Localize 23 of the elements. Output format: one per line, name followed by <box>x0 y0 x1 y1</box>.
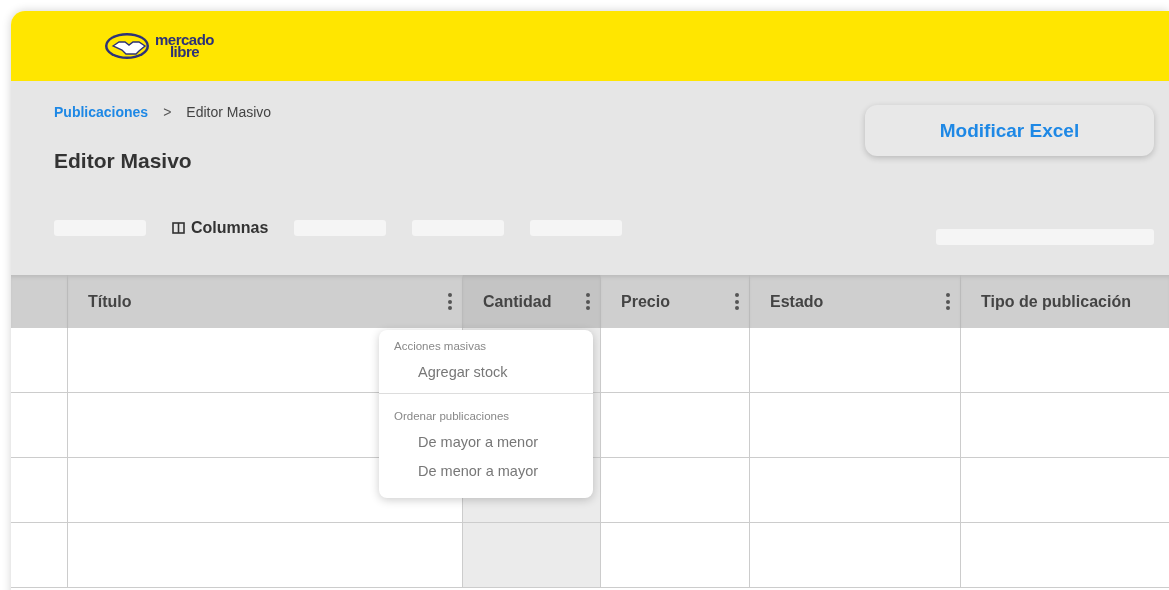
more-icon[interactable] <box>586 293 590 310</box>
column-header[interactable]: Estado <box>749 275 960 328</box>
columns-button[interactable]: Columnas <box>172 219 269 237</box>
breadcrumb-current: Editor Masivo <box>186 104 272 120</box>
menu-section-heading: Acciones masivas <box>393 340 488 352</box>
page-title: Editor Masivo <box>54 149 193 173</box>
column-header[interactable]: Título <box>67 275 462 328</box>
breadcrumb-separator: > <box>163 104 172 120</box>
columns-icon <box>172 222 185 234</box>
column-header[interactable]: Cantidad <box>462 275 600 328</box>
logo-text: mercado libre <box>155 34 215 58</box>
column-header[interactable]: Precio <box>600 275 749 328</box>
more-icon[interactable] <box>735 293 739 310</box>
menu-item[interactable]: De menor a mayor <box>379 463 593 479</box>
menu-section-heading: Ordenar publicaciones <box>393 410 511 422</box>
more-icon[interactable] <box>448 293 452 310</box>
more-icon[interactable] <box>946 293 950 310</box>
menu-item[interactable]: De mayor a menor <box>379 434 593 450</box>
modify-excel-button[interactable]: Modificar Excel <box>865 105 1154 156</box>
column-header[interactable]: Tipo de publicación <box>960 275 1169 328</box>
menu-item[interactable]: Agregar stock <box>379 364 593 380</box>
breadcrumb-link[interactable]: Publicaciones <box>54 104 149 120</box>
handshake-logo-icon <box>103 31 151 61</box>
